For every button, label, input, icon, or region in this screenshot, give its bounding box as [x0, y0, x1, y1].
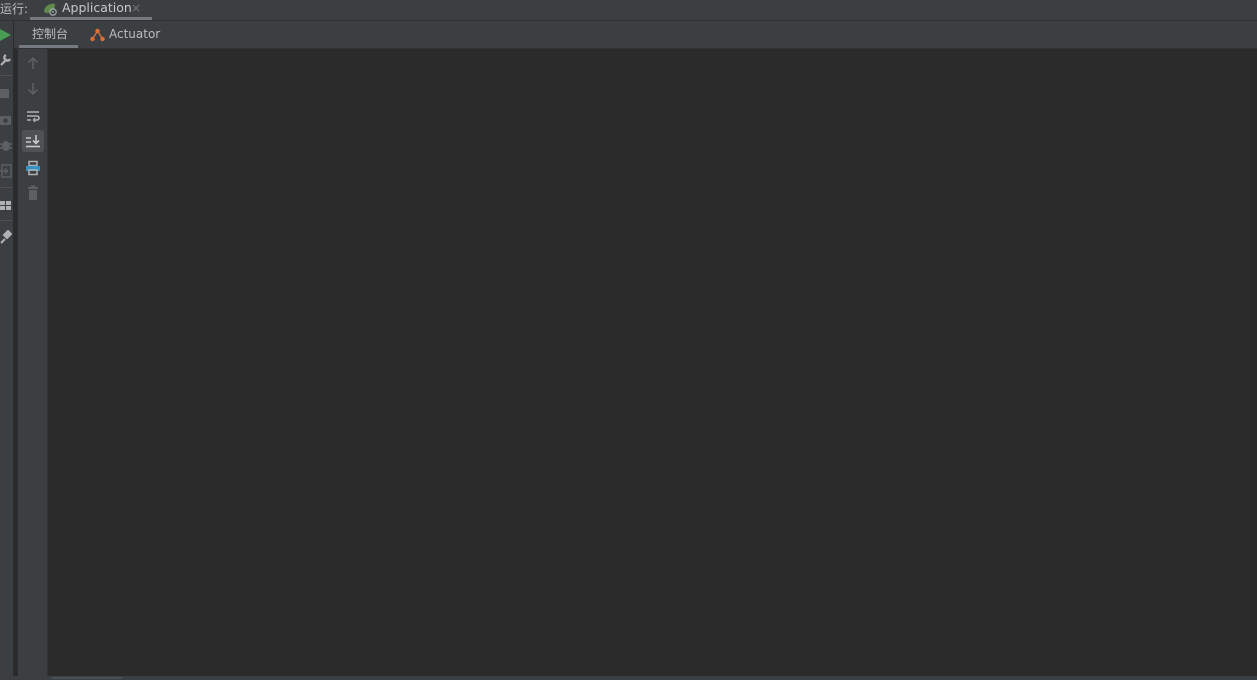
run-label: 运行:	[0, 2, 29, 16]
console-output-area[interactable]	[48, 49, 1257, 680]
soft-wrap-icon	[27, 111, 40, 123]
tab-actuator-label: Actuator	[109, 27, 161, 41]
up-arrow-icon	[27, 56, 39, 69]
pin-icon[interactable]	[0, 230, 12, 244]
toolbar-separator	[0, 75, 12, 76]
soft-wrap-button[interactable]	[22, 105, 44, 127]
camera-icon[interactable]	[0, 113, 12, 127]
run-subtabs-bar: 控制台 Actuator	[14, 21, 1257, 49]
down-arrow-button[interactable]	[22, 78, 44, 100]
run-tab-title: Application	[62, 0, 132, 15]
scroll-to-end-button[interactable]	[22, 130, 44, 152]
run-tool-window-header: 运行: Application ×	[0, 0, 1257, 21]
up-arrow-button[interactable]	[22, 52, 44, 74]
run-configuration-tab[interactable]: Application ×	[30, 0, 152, 20]
tab-actuator[interactable]: Actuator	[88, 21, 178, 48]
clear-all-button[interactable]	[22, 182, 44, 204]
close-tab-icon[interactable]: ×	[131, 0, 141, 16]
toolbar-separator	[0, 187, 12, 188]
scroll-to-end-icon	[26, 135, 40, 148]
exit-icon[interactable]	[0, 164, 12, 178]
stop-icon[interactable]	[0, 87, 12, 101]
tab-console[interactable]: 控制台	[19, 21, 78, 48]
toolbar-separator	[0, 220, 12, 221]
spring-boot-app-icon	[44, 3, 57, 16]
wrench-icon[interactable]	[0, 53, 12, 67]
tab-console-label: 控制台	[32, 27, 69, 41]
layout-icon[interactable]	[0, 198, 12, 212]
down-arrow-icon	[27, 83, 39, 96]
run-actions-toolbar	[0, 21, 14, 680]
bottom-status-edge	[0, 676, 1257, 680]
console-toolbar	[18, 49, 48, 680]
print-icon	[26, 160, 40, 176]
debug-icon[interactable]	[0, 138, 12, 152]
trash-icon	[28, 185, 38, 200]
scroll-indicator	[52, 677, 122, 679]
actuator-icon	[90, 28, 105, 42]
rerun-icon[interactable]	[0, 28, 12, 42]
print-button[interactable]	[22, 157, 44, 179]
